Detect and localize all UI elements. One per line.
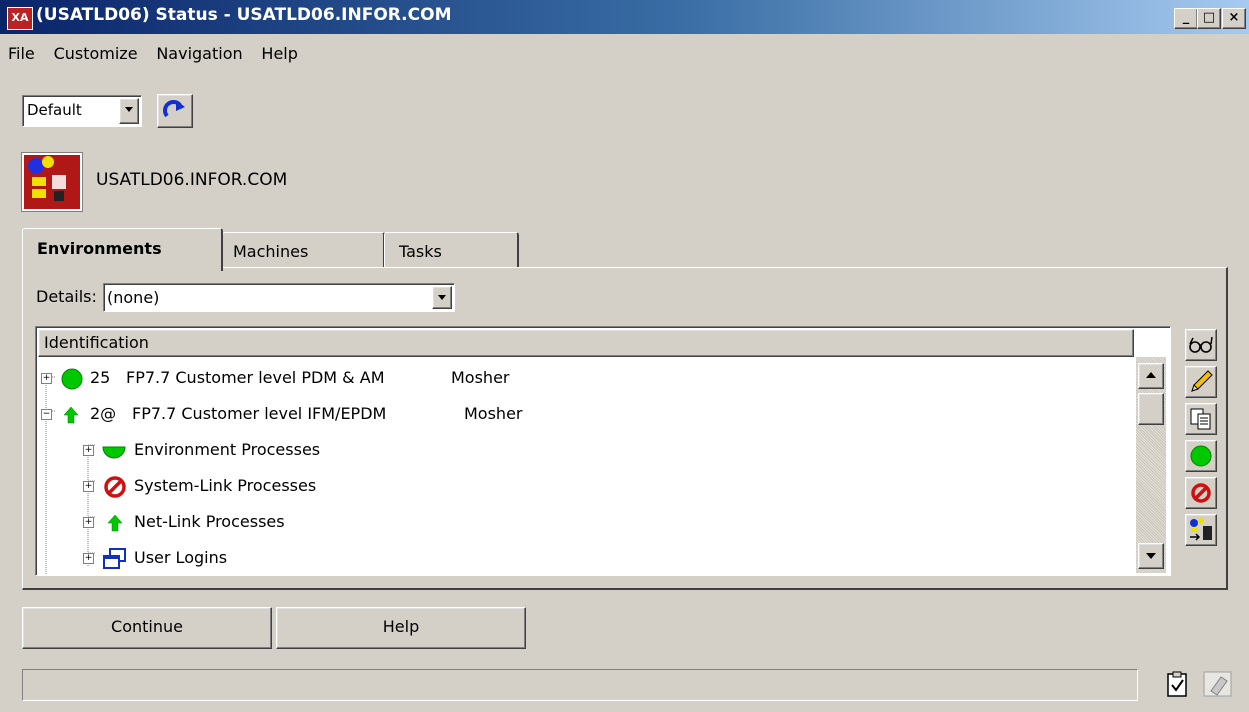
env-owner: Mosher [451, 368, 510, 387]
red-stop-icon [104, 476, 126, 498]
tree-row[interactable]: + Environment Processes [36, 433, 1132, 467]
expand-icon[interactable]: + [41, 373, 52, 384]
tab-tasks[interactable]: Tasks [384, 232, 519, 267]
node-label: Net-Link Processes [134, 512, 285, 531]
window-title: (USATLD06) Status - USATLD06.INFOR.COM [36, 5, 452, 25]
view-select-dropdown-icon[interactable] [119, 98, 139, 124]
refresh-button[interactable] [157, 94, 193, 128]
transfer-button[interactable] [1185, 514, 1217, 546]
green-arrow-up-icon [107, 514, 123, 532]
tab-environments-label: Environments [37, 239, 162, 258]
column-header-label: Identification [44, 333, 149, 352]
tab-tasks-label: Tasks [399, 242, 442, 261]
node-label: User Logins [134, 548, 228, 567]
scroll-thumb[interactable] [1138, 393, 1164, 425]
stop-button[interactable] [1185, 477, 1217, 509]
menu-help[interactable]: Help [255, 44, 303, 63]
edit-pencil-icon [1191, 370, 1213, 392]
view-button[interactable] [1185, 329, 1217, 361]
edit-button[interactable] [1185, 366, 1217, 398]
env-id: 2@ [90, 404, 117, 423]
start-button[interactable] [1185, 440, 1217, 472]
server-name: USATLD06.INFOR.COM [96, 170, 288, 190]
menu-bar: File Customize Navigation Help [0, 44, 304, 74]
details-select[interactable]: (none) [103, 283, 455, 312]
env-owner: Mosher [464, 404, 523, 423]
menu-file[interactable]: File [2, 44, 41, 63]
copy-icon [1190, 408, 1211, 430]
view-glasses-icon [1189, 336, 1213, 353]
app-icon: XA [7, 7, 33, 30]
env-id: 25 [90, 368, 111, 387]
tree-row[interactable]: − 2@ FP7.7 Customer level IFM/EPDM Moshe… [36, 397, 1132, 431]
tab-environments[interactable]: Environments [22, 228, 223, 271]
stop-red-icon [1191, 483, 1211, 503]
env-name: FP7.7 Customer level IFM/EPDM [132, 404, 387, 423]
help-button[interactable]: Help [276, 607, 526, 649]
eraser-icon[interactable] [1201, 669, 1235, 699]
details-select-value: (none) [107, 288, 160, 307]
expand-icon[interactable]: + [83, 445, 94, 456]
refresh-icon [163, 100, 185, 118]
details-dropdown-icon[interactable] [432, 286, 452, 309]
green-half-circle-icon [102, 446, 126, 459]
expand-icon[interactable]: + [83, 481, 94, 492]
menu-navigation[interactable]: Navigation [150, 44, 248, 63]
copy-button[interactable] [1185, 403, 1217, 435]
menu-customize[interactable]: Customize [48, 44, 144, 63]
title-bar[interactable]: XA (USATLD06) Status - USATLD06.INFOR.CO… [0, 0, 1249, 34]
vertical-scrollbar[interactable] [1136, 357, 1166, 573]
tab-machines-label: Machines [233, 242, 309, 261]
env-name: FP7.7 Customer level PDM & AM [126, 368, 385, 387]
start-green-icon [1190, 445, 1212, 467]
maximize-button[interactable]: □ [1197, 8, 1221, 29]
expand-icon[interactable]: + [83, 553, 94, 564]
close-button[interactable]: × [1222, 8, 1246, 29]
tree-row[interactable]: + Net-Link Processes [36, 505, 1132, 539]
tab-machines[interactable]: Machines [222, 232, 385, 267]
status-bar [22, 669, 1138, 701]
clipboard-check-icon[interactable] [1163, 669, 1191, 699]
expand-icon[interactable]: + [83, 517, 94, 528]
green-arrow-up-icon [63, 406, 79, 424]
tree-row[interactable]: + User Logins [36, 541, 1132, 575]
node-label: System-Link Processes [134, 476, 317, 495]
user-logins-icon [103, 548, 126, 569]
scroll-up-button[interactable] [1138, 363, 1164, 389]
tree-row[interactable]: + System-Link Processes [36, 469, 1132, 503]
environment-tree[interactable]: Identification + 25 FP7.7 Customer level… [35, 326, 1171, 576]
server-status-icon [22, 153, 82, 211]
green-circle-icon [61, 368, 83, 390]
transfer-icon [1190, 518, 1212, 541]
details-label: Details: [36, 287, 97, 306]
scroll-down-button[interactable] [1138, 543, 1164, 569]
node-label: Environment Processes [134, 440, 321, 459]
continue-button[interactable]: Continue [22, 607, 272, 649]
tree-row[interactable]: + 25 FP7.7 Customer level PDM & AM Moshe… [36, 361, 1132, 395]
minimize-button[interactable]: _ [1174, 8, 1198, 29]
column-header-identification[interactable]: Identification [38, 329, 1134, 357]
view-select[interactable]: Default [22, 95, 142, 127]
collapse-icon[interactable]: − [41, 409, 52, 420]
view-select-value: Default [27, 101, 82, 119]
